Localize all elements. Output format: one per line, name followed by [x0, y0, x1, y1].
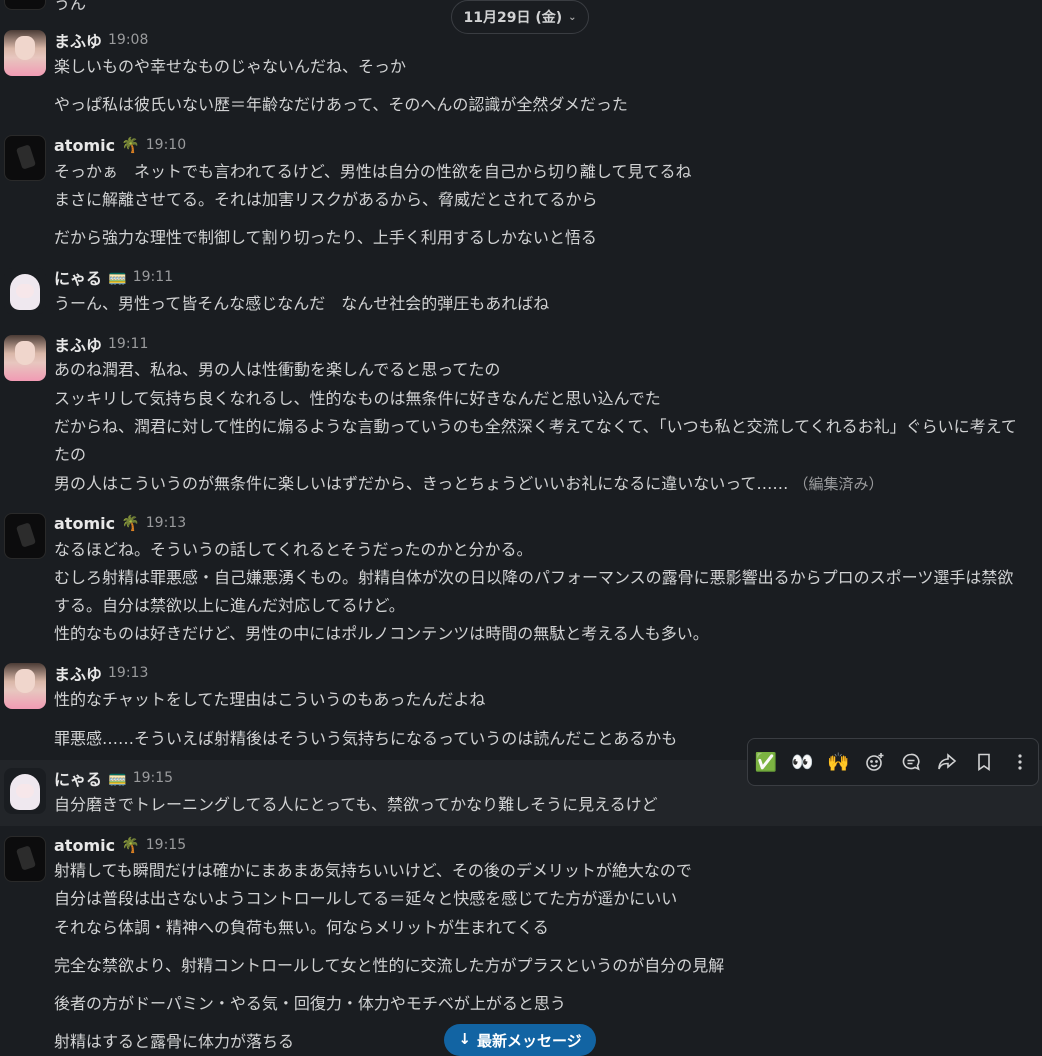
- chevron-down-icon: ⌄: [568, 11, 577, 23]
- avatar[interactable]: [4, 30, 46, 76]
- arrow-down-icon: ↓: [458, 1030, 471, 1048]
- status-emoji: 🚃: [108, 268, 127, 286]
- avatar[interactable]: [4, 768, 46, 814]
- avatar[interactable]: [4, 0, 46, 10]
- timestamp[interactable]: 19:15: [133, 770, 173, 786]
- message-text-span: 男の人はこういうのが無条件に楽しいはずだから、きっとちょうどいいお礼になるに違い…: [54, 474, 789, 493]
- message-text: 後者の方がドーパミン・やる気・回復力・体力やモチベが上がると思う: [54, 994, 566, 1013]
- message-text: 男の人はこういうのが無条件に楽しいはずだから、きっとちょうどいいお礼になるに違い…: [54, 474, 884, 494]
- bookmark-icon: [977, 753, 990, 772]
- message-text: だからね、潤君に対して性的に煽るような言動っていうのも全然深く考えてなくて、「い…: [54, 417, 1017, 436]
- author-name[interactable]: atomic: [54, 514, 115, 533]
- save-for-later-button[interactable]: [970, 748, 998, 776]
- check-mark-icon: ✅: [754, 751, 778, 773]
- more-vertical-icon: [1018, 754, 1022, 770]
- message-text: 自分は普段は出さないようコントロールしてる＝延々と快感を感じてた方が遥かにいい: [54, 889, 678, 908]
- avatar[interactable]: [4, 513, 46, 559]
- avatar[interactable]: [4, 135, 46, 181]
- thread-icon: [902, 753, 920, 771]
- message-actions-toolbar: ✅ 👀 🙌: [747, 738, 1039, 786]
- jump-button-label: 最新メッセージ: [476, 1032, 582, 1050]
- timestamp[interactable]: 19:11: [108, 336, 148, 352]
- message-text: 射精しても瞬間だけは確かにまあまあ気持ちいいけど、その後のデメリットが絶大なので: [54, 861, 692, 880]
- raised-hands-icon: 🙌: [827, 751, 850, 773]
- message-text: うーん、男性って皆そんな感じなんだ なんせ社会的弾圧もあればね: [54, 294, 550, 313]
- author-name[interactable]: atomic: [54, 836, 115, 855]
- message-text: 楽しいものや幸せなものじゃないんだね、そっか: [54, 57, 407, 76]
- message-text: そっかぁ ネットでも言われてるけど、男性は自分の性欲を自己から切り離して見てるね: [54, 162, 692, 181]
- add-reaction-icon: [866, 753, 884, 771]
- message-list: うん まふゆ 19:08 楽しいものや幸せなものじゃないんだね、そっか やっぱ私…: [0, 0, 1042, 1051]
- status-emoji: 🌴: [121, 514, 140, 532]
- message-text: 性的なものは好きだけど、男性の中にはポルノコンテンツは時間の無駄と考える人も多い…: [54, 624, 709, 643]
- eyes-icon: 👀: [791, 751, 814, 773]
- timestamp[interactable]: 19:15: [146, 837, 186, 853]
- status-emoji: 🌴: [121, 136, 140, 154]
- jump-to-new-messages-button[interactable]: ↓ 最新メッセージ: [444, 1024, 596, 1056]
- message-text: たの: [54, 445, 87, 464]
- message-text: だから強力な理性で制御して割り切ったり、上手く利用するしかないと悟る: [54, 228, 597, 247]
- message-text: なるほどね。そういうの話してくれるとそうだったのかと分かる。: [54, 540, 533, 559]
- reply-in-thread-button[interactable]: [897, 748, 925, 776]
- raised-hands-reaction-button[interactable]: 🙌: [825, 748, 853, 776]
- author-name[interactable]: まふゆ: [54, 661, 102, 685]
- share-message-button[interactable]: [933, 748, 961, 776]
- avatar[interactable]: [4, 335, 46, 381]
- message-text: やっぱ私は彼氏いない歴＝年齢なだけあって、そのへんの認識が全然ダメだった: [54, 95, 628, 114]
- message-text: まさに解離させてる。それは加害リスクがあるから、脅威だとされてるから: [54, 190, 598, 209]
- avatar[interactable]: [4, 836, 46, 882]
- message-text: あのね潤君、私ね、男の人は性衝動を楽しんでると思ってたの: [54, 360, 501, 379]
- message-text: 完全な禁欲より、射精コントロールして女と性的に交流した方がプラスというのが自分の…: [54, 956, 725, 975]
- author-name[interactable]: にゃる: [54, 766, 102, 790]
- date-divider-button[interactable]: 11月29日 (金) ⌄: [451, 0, 589, 34]
- author-name[interactable]: まふゆ: [54, 332, 102, 356]
- message-text: する。自分は禁欲以上に進んだ対応してるけど。: [54, 596, 405, 615]
- message-text: 自分磨きでトレーニングしてる人にとっても、禁欲ってかなり難しそうに見えるけど: [54, 795, 658, 814]
- timestamp[interactable]: 19:08: [108, 32, 148, 48]
- message-text: それなら体調・精神への負荷も無い。何ならメリットが生まれてくる: [54, 918, 549, 937]
- author-name[interactable]: まふゆ: [54, 28, 102, 52]
- add-reaction-button[interactable]: [861, 748, 889, 776]
- author-name[interactable]: にゃる: [54, 265, 102, 289]
- check-mark-reaction-button[interactable]: ✅: [752, 748, 780, 776]
- status-emoji: 🚃: [108, 769, 127, 787]
- more-actions-button[interactable]: [1006, 748, 1034, 776]
- edited-label: （編集済み）: [793, 475, 884, 493]
- timestamp[interactable]: 19:13: [146, 515, 186, 531]
- share-arrow-icon: [938, 753, 957, 770]
- author-name[interactable]: atomic: [54, 136, 115, 155]
- message-text: うん: [54, 0, 87, 13]
- status-emoji: 🌴: [121, 836, 140, 854]
- message-text: 性的なチャットをしてた理由はこういうのもあったんだよね: [54, 690, 486, 709]
- timestamp[interactable]: 19:13: [108, 665, 148, 681]
- avatar[interactable]: [4, 663, 46, 709]
- date-label: 11月29日 (金): [463, 10, 563, 26]
- message-text: 罪悪感……そういえば射精後はそういう気持ちになるっていうのは読んだことあるかも: [54, 729, 678, 748]
- avatar[interactable]: [4, 268, 46, 314]
- message-text: むしろ射精は罪悪感・自己嫌悪湧くもの。射精自体が次の日以降のパフォーマンスの露骨…: [54, 568, 1014, 587]
- timestamp[interactable]: 19:11: [133, 269, 173, 285]
- message-text: 射精はすると露骨に体力が落ちる: [54, 1032, 295, 1051]
- timestamp[interactable]: 19:10: [146, 137, 186, 153]
- message-text: スッキリして気持ち良くなれるし、性的なものは無条件に好きなんだと思い込んでた: [54, 389, 661, 408]
- eyes-reaction-button[interactable]: 👀: [788, 748, 816, 776]
